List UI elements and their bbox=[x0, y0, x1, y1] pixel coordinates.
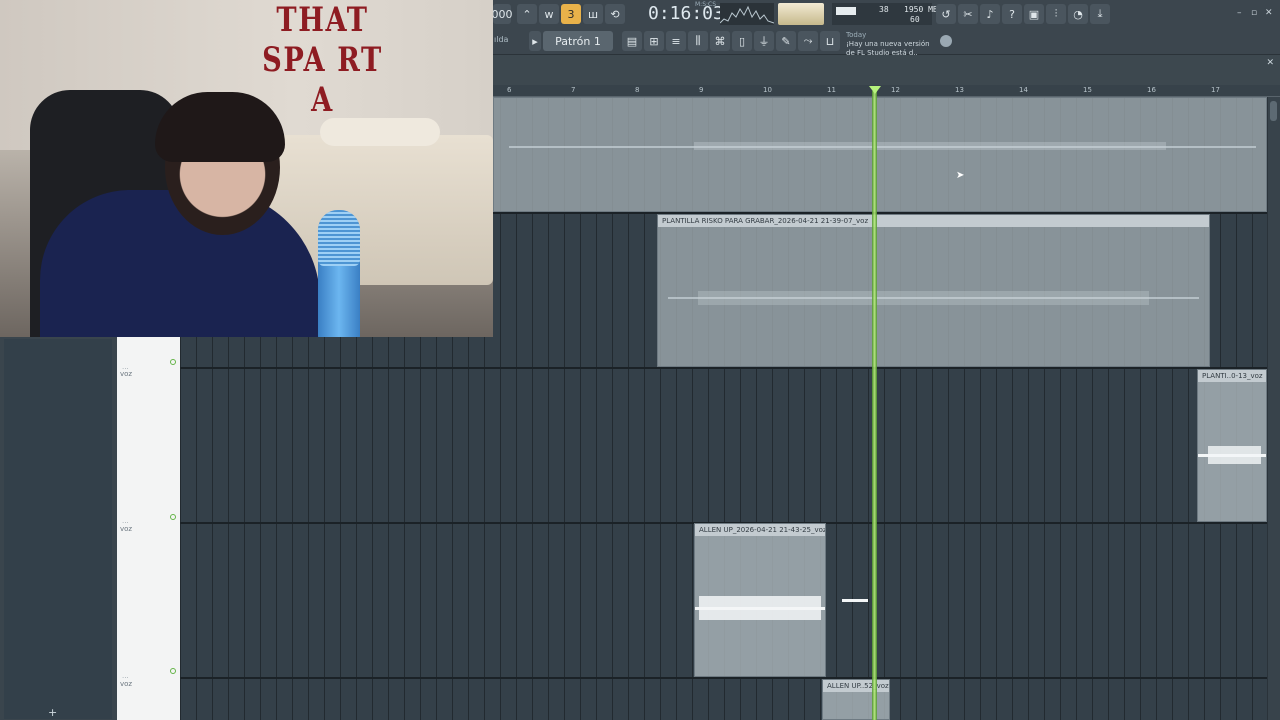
track-2-enable-led[interactable] bbox=[170, 514, 176, 520]
download-icon[interactable]: ⤓ bbox=[1090, 4, 1110, 24]
cpu-value: 38 bbox=[879, 5, 889, 14]
wall-banner: THAT SPA RT A bbox=[262, 0, 383, 120]
loop-record-icon[interactable]: ⟲ bbox=[605, 4, 625, 24]
mixer-icon[interactable]: ⫶ bbox=[1046, 4, 1066, 24]
audio-clip-planti-right[interactable]: PLANTI..0-13_voz bbox=[1197, 369, 1267, 522]
chat-icon[interactable]: ◔ bbox=[1068, 4, 1088, 24]
piano-roll-icon[interactable]: ⊞ bbox=[644, 31, 664, 51]
track-2-menu[interactable]: ... bbox=[122, 517, 129, 525]
ruler-tick: 9 bbox=[699, 86, 704, 94]
counter-display[interactable]: 000 bbox=[492, 4, 513, 24]
ruler-tick: 7 bbox=[571, 86, 576, 94]
clip-title: PLANTILLA RISKO PARA GRABAR_2026-04-21 2… bbox=[658, 215, 1209, 227]
step-icon[interactable]: ш bbox=[583, 4, 603, 24]
webcam-pillow bbox=[320, 118, 440, 146]
ruler-tick: 10 bbox=[763, 86, 772, 94]
paint-icon[interactable]: ⤳ bbox=[798, 31, 818, 51]
track-1-label[interactable]: voz bbox=[120, 370, 132, 378]
news-date: Today bbox=[846, 31, 867, 39]
pattern-selector[interactable]: Patrón 1 bbox=[543, 31, 613, 51]
time-unit-label: M:S:CS bbox=[695, 1, 717, 8]
track-3-menu[interactable]: ... bbox=[122, 672, 129, 680]
add-track-icon[interactable]: + bbox=[48, 706, 57, 719]
play-pattern-icon[interactable]: ▸ bbox=[529, 31, 541, 51]
ruler-tick: 17 bbox=[1211, 86, 1220, 94]
polyphony-value: 60 bbox=[910, 15, 920, 24]
oscilloscope bbox=[719, 3, 775, 25]
track-3-enable-led[interactable] bbox=[170, 668, 176, 674]
help-icon[interactable]: ? bbox=[1002, 4, 1022, 24]
close-window-icon[interactable]: ✕ bbox=[1265, 8, 1277, 18]
audio-clip-allen-up-short[interactable]: ALLEN UP..52_voz bbox=[822, 679, 890, 720]
microphone-grille bbox=[318, 210, 360, 266]
webcam-overlay: THAT SPA RT A bbox=[0, 0, 493, 337]
ruler-tick: 8 bbox=[635, 86, 640, 94]
lane-separator bbox=[180, 367, 1267, 369]
ruler-tick: 12 bbox=[891, 86, 900, 94]
countdown-icon[interactable]: 3 bbox=[561, 4, 581, 24]
audio-clip-allen-up[interactable]: ALLEN UP_2026-04-21 21-43-25_voz bbox=[694, 523, 826, 677]
clip-title: ALLEN UP_2026-04-21 21-43-25_voz bbox=[695, 524, 825, 536]
globe-icon[interactable] bbox=[940, 35, 952, 47]
ruler-tick: 15 bbox=[1083, 86, 1092, 94]
track-2-label[interactable]: voz bbox=[120, 525, 132, 533]
cut-icon[interactable]: ✂ bbox=[958, 4, 978, 24]
ruler-tick: 14 bbox=[1019, 86, 1028, 94]
track-header-panel bbox=[0, 337, 117, 720]
news-text[interactable]: ¡Hay una nueva versión de FL Studio está… bbox=[846, 40, 938, 58]
restore-icon[interactable]: ▫ bbox=[1251, 8, 1263, 18]
cpu-bar bbox=[836, 7, 856, 15]
mouse-cursor-icon: ➤ bbox=[956, 170, 965, 181]
memory-value: 1950 MB bbox=[904, 5, 938, 14]
plug-icon[interactable]: ⏚ bbox=[754, 31, 774, 51]
undo-icon[interactable]: ↺ bbox=[936, 4, 956, 24]
mic-icon[interactable]: ♪ bbox=[980, 4, 1000, 24]
channel-rack-icon[interactable]: ≡ bbox=[666, 31, 686, 51]
pencil-icon[interactable]: ✎ bbox=[776, 31, 796, 51]
waveform-icon bbox=[719, 5, 775, 24]
master-volume-meter[interactable] bbox=[778, 3, 824, 25]
minimize-icon[interactable]: – bbox=[1237, 8, 1249, 18]
ruler-tick: 13 bbox=[955, 86, 964, 94]
clip-title: PLANTI..0-13_voz bbox=[1198, 370, 1266, 382]
metronome-icon[interactable]: ⌃ bbox=[517, 4, 537, 24]
hint-text: ılda bbox=[494, 35, 509, 44]
audio-clip-top[interactable] bbox=[493, 97, 1267, 212]
playhead[interactable] bbox=[872, 91, 877, 720]
plugin-icon[interactable]: ▯ bbox=[732, 31, 752, 51]
track-1-enable-led[interactable] bbox=[170, 359, 176, 365]
cart-icon[interactable]: ⊔ bbox=[820, 31, 840, 51]
audio-clip-plantilla[interactable]: PLANTILLA RISKO PARA GRABAR_2026-04-21 2… bbox=[657, 214, 1210, 367]
playlist-header: ✕ bbox=[493, 55, 1280, 85]
ruler-tick: 16 bbox=[1147, 86, 1156, 94]
close-icon[interactable]: ✕ bbox=[1266, 58, 1274, 68]
playlist-icon[interactable]: ▤ bbox=[622, 31, 642, 51]
timeline-ruler[interactable] bbox=[493, 85, 1280, 97]
ruler-tick: 11 bbox=[827, 86, 836, 94]
track-3-label[interactable]: voz bbox=[120, 680, 132, 688]
ruler-tick: 6 bbox=[507, 86, 512, 94]
mixer-view-icon[interactable]: ⫼ bbox=[688, 31, 708, 51]
waveform-fragment bbox=[842, 599, 868, 602]
vertical-scrollbar[interactable] bbox=[1268, 97, 1280, 720]
clip-title: ALLEN UP..52_voz bbox=[823, 680, 889, 692]
browser-icon[interactable]: ⌘ bbox=[710, 31, 730, 51]
save-icon[interactable]: ▣ bbox=[1024, 4, 1044, 24]
wait-icon[interactable]: w bbox=[539, 4, 559, 24]
playhead-marker[interactable] bbox=[869, 86, 881, 94]
lane-separator bbox=[180, 677, 1267, 679]
